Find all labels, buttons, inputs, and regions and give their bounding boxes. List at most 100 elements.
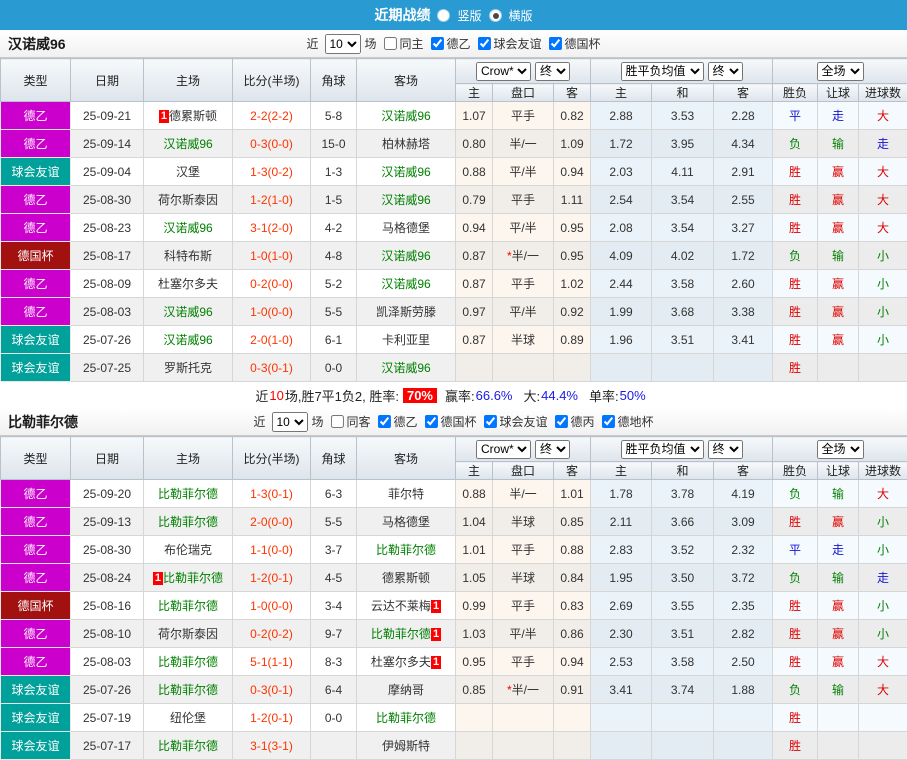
- avg-away: [714, 354, 773, 382]
- match-date: 25-08-17: [71, 242, 144, 270]
- result-wdl: 胜: [773, 592, 818, 620]
- odds-source-select[interactable]: 终: [535, 440, 570, 459]
- vertical-radio[interactable]: [437, 9, 450, 22]
- away-team: 柏林赫塔: [382, 137, 430, 151]
- league-checkbox[interactable]: [425, 415, 438, 428]
- avg-home: [591, 354, 652, 382]
- odds-source-select[interactable]: 终: [708, 62, 743, 81]
- column-header: 主场: [144, 437, 233, 480]
- league-checkbox-label[interactable]: 德地杯: [618, 413, 654, 430]
- away-team-cell: 杜塞尔多夫1: [357, 648, 456, 676]
- away-team-cell: 汉诺威96: [357, 354, 456, 382]
- odds-group-header: Crow*终: [456, 437, 591, 462]
- league-checkbox[interactable]: [602, 415, 615, 428]
- corner-score: 6-3: [311, 480, 357, 508]
- handicap-line: *半/一: [493, 676, 554, 704]
- league-checkbox[interactable]: [431, 37, 444, 50]
- league-checkbox[interactable]: [549, 37, 562, 50]
- home-team: 比勒菲尔德: [158, 739, 218, 753]
- odds-group-header: 全场: [773, 437, 907, 462]
- corner-score: 6-1: [311, 326, 357, 354]
- away-team-name: 菲尔特: [388, 487, 424, 501]
- vertical-radio-label[interactable]: 竖版: [457, 7, 481, 24]
- league-checkbox[interactable]: [555, 415, 568, 428]
- result-goals: 小: [859, 592, 907, 620]
- same-venue-label[interactable]: 同主: [399, 35, 423, 52]
- avg-draw: 3.54: [652, 214, 714, 242]
- odds-source-select[interactable]: 胜平负均值: [621, 62, 704, 81]
- odds-source-select[interactable]: 胜平负均值: [621, 440, 704, 459]
- corner-score: 1-5: [311, 186, 357, 214]
- score-text: 3-1(2-0): [250, 221, 293, 235]
- odds-source-select[interactable]: 全场: [817, 62, 864, 81]
- home-team-name: 布伦瑞克: [164, 543, 212, 557]
- league-checkbox-label[interactable]: 德乙: [393, 413, 417, 430]
- horizontal-radio[interactable]: [489, 9, 502, 22]
- match-type-badge: 德乙: [1, 102, 71, 130]
- result-wdl: 胜: [773, 298, 818, 326]
- score-text: 3-1(3-1): [250, 739, 293, 753]
- away-team-cell: 云达不莱梅1: [357, 592, 456, 620]
- home-team-cell: 1德累斯顿: [144, 102, 233, 130]
- score-text: 1-0(1-0): [250, 249, 293, 263]
- match-type-badge: 球会友谊: [1, 732, 71, 760]
- result-goals: 小: [859, 242, 907, 270]
- handicap-text: 半/一: [509, 137, 536, 151]
- league-checkbox-label[interactable]: 德国杯: [565, 35, 601, 52]
- odds-home: 0.87: [456, 270, 493, 298]
- summary-record: 场,胜7平1负2, 胜率:: [285, 386, 399, 405]
- avg-away: 3.41: [714, 326, 773, 354]
- home-team: 布伦瑞克: [164, 543, 212, 557]
- result-wdl: 负: [773, 480, 818, 508]
- away-team-name: 马格德堡: [382, 515, 430, 529]
- away-team-name: 伊姆斯特: [382, 739, 430, 753]
- home-team-name: 汉诺威96: [163, 137, 212, 151]
- home-team-name: 比勒菲尔德: [158, 655, 218, 669]
- home-team: 比勒菲尔德: [158, 599, 218, 613]
- home-team-cell: 比勒菲尔德: [144, 676, 233, 704]
- corner-score: 4-2: [311, 214, 357, 242]
- league-checkbox[interactable]: [484, 415, 497, 428]
- handicap-text: 平/半: [509, 221, 536, 235]
- handicap-line: 平手: [493, 186, 554, 214]
- red-card-badge: 1: [431, 656, 441, 669]
- odds-source-select[interactable]: Crow*: [476, 440, 531, 459]
- sub-column-header: 主: [591, 462, 652, 480]
- match-type-badge: 德乙: [1, 536, 71, 564]
- same-venue-checkbox[interactable]: [330, 415, 343, 428]
- result-goals: 小: [859, 508, 907, 536]
- corner-score: 1-3: [311, 158, 357, 186]
- away-team-name: 马格德堡: [382, 221, 430, 235]
- handicap-line: 平手: [493, 270, 554, 298]
- odds-source-select[interactable]: 全场: [817, 440, 864, 459]
- odds-source-select[interactable]: 终: [535, 62, 570, 81]
- corner-score: 4-8: [311, 242, 357, 270]
- avg-home: 2.69: [591, 592, 652, 620]
- match-count-select[interactable]: 10: [271, 412, 307, 432]
- match-score: 1-0(0-0): [233, 592, 311, 620]
- same-venue-checkbox[interactable]: [383, 37, 396, 50]
- match-count-select[interactable]: 10: [324, 34, 360, 54]
- league-checkbox-label[interactable]: 球会友谊: [500, 413, 548, 430]
- match-row: 德乙25-08-03比勒菲尔德5-1(1-1)8-3杜塞尔多夫10.95平手0.…: [1, 648, 907, 676]
- odds-away: 0.86: [554, 620, 591, 648]
- result-wdl: 胜: [773, 704, 818, 732]
- horizontal-radio-label[interactable]: 横版: [509, 7, 533, 24]
- league-checkbox-label[interactable]: 德乙: [447, 35, 471, 52]
- same-venue-label[interactable]: 同客: [346, 413, 370, 430]
- league-checkbox-label[interactable]: 德国杯: [441, 413, 477, 430]
- odds-group-header: 胜平负均值终: [591, 59, 773, 84]
- odds-source-select[interactable]: 终: [708, 440, 743, 459]
- league-checkbox[interactable]: [377, 415, 390, 428]
- handicap-text: 半/一: [512, 683, 539, 697]
- odds-source-select[interactable]: Crow*: [476, 62, 531, 81]
- away-team-cell: 汉诺威96: [357, 270, 456, 298]
- home-team-name: 比勒菲尔德: [158, 515, 218, 529]
- match-date: 25-08-03: [71, 648, 144, 676]
- league-checkbox-label[interactable]: 德丙: [571, 413, 595, 430]
- home-team-name: 比勒菲尔德: [158, 487, 218, 501]
- handicap-line: 平手: [493, 102, 554, 130]
- league-checkbox[interactable]: [478, 37, 491, 50]
- league-checkbox-label[interactable]: 球会友谊: [494, 35, 542, 52]
- result-goals: [859, 732, 907, 760]
